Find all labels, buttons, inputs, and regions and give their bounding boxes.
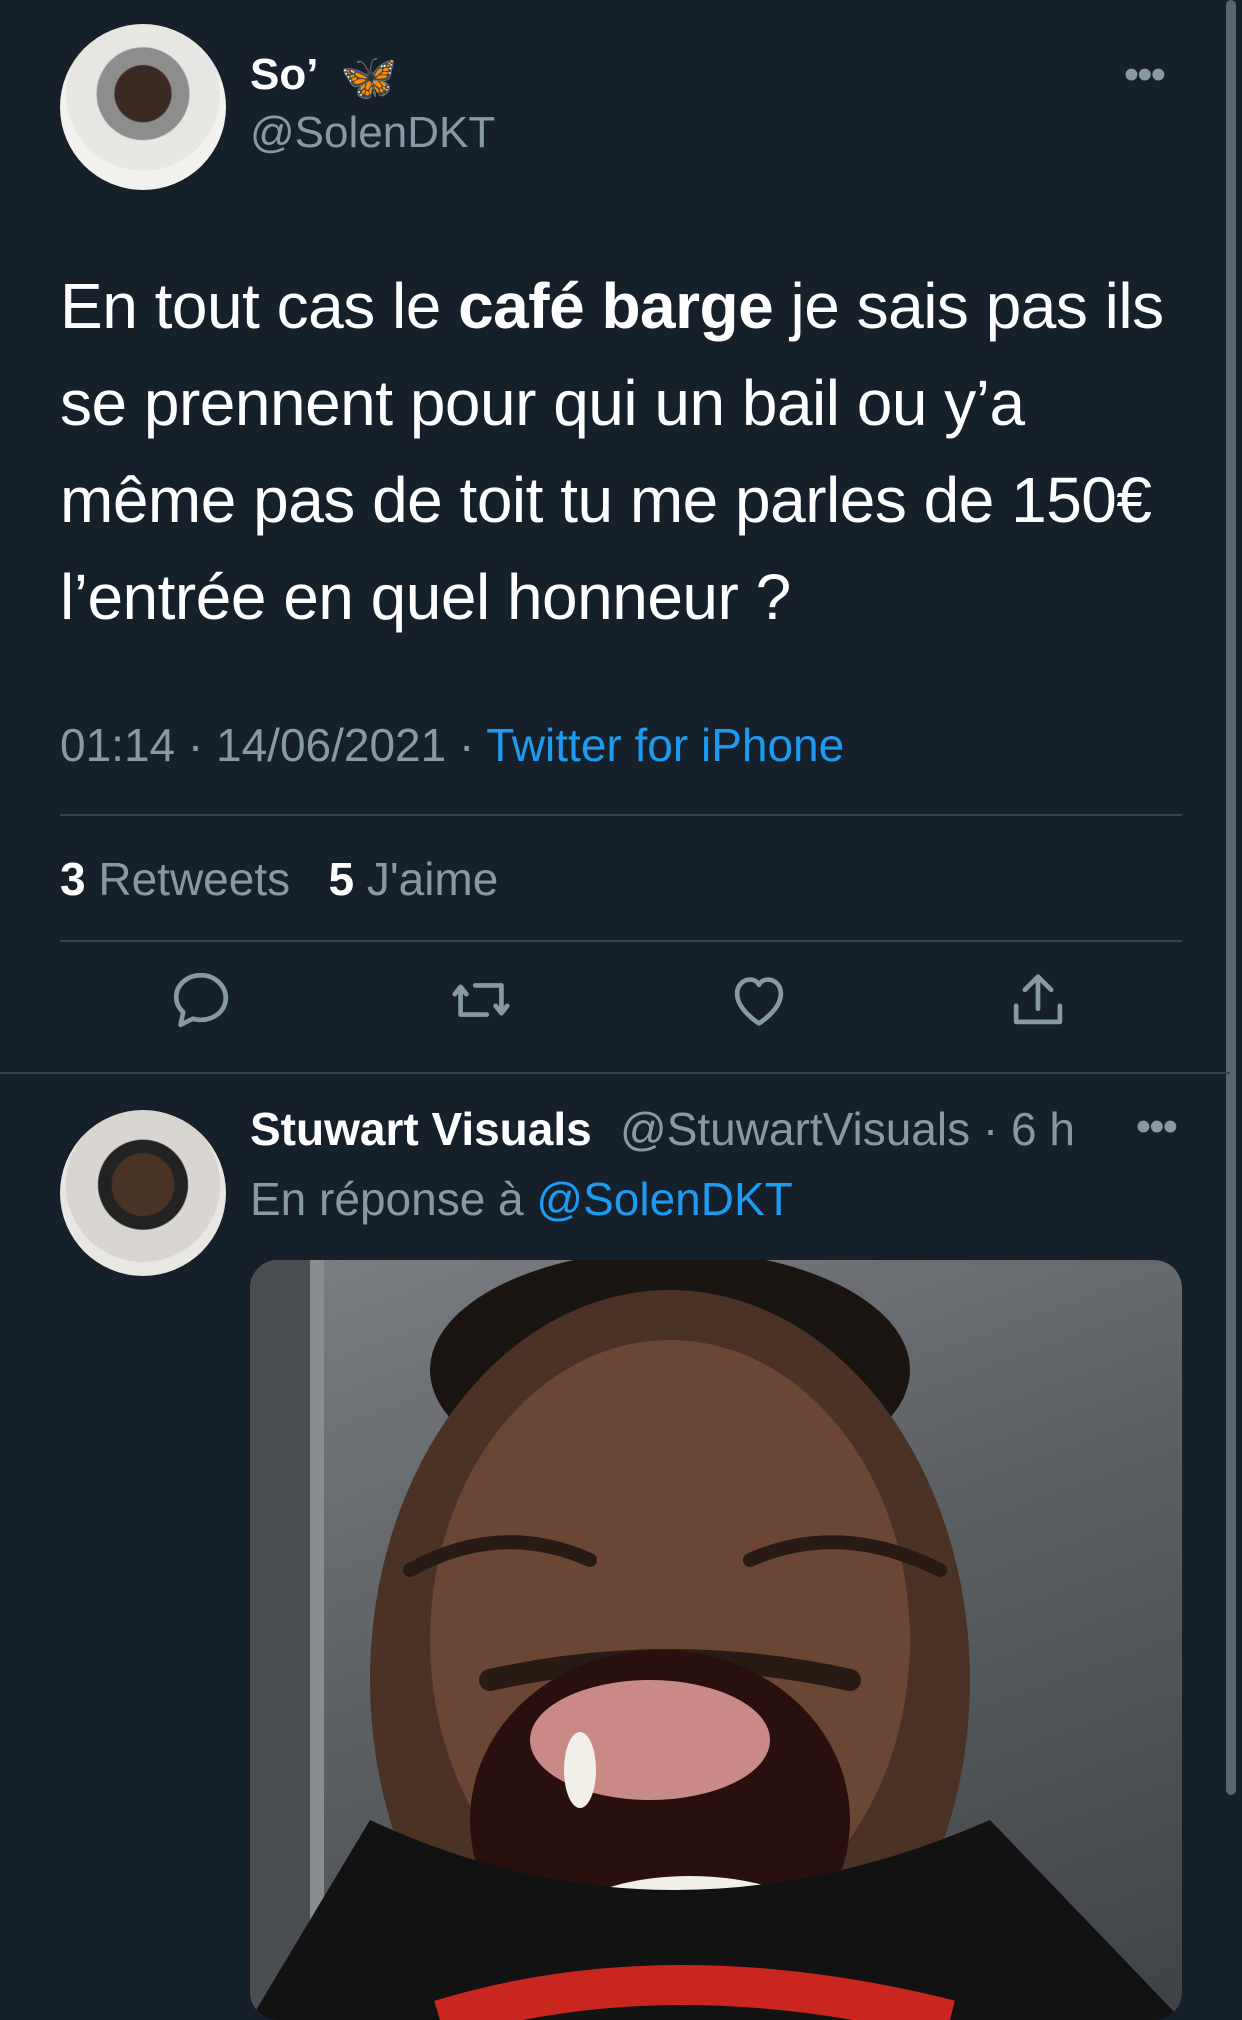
retweet-button[interactable] bbox=[446, 965, 516, 1035]
likes-label: J'aime bbox=[354, 853, 499, 905]
tweet-text: En tout cas le café barge je sais pas il… bbox=[60, 258, 1180, 646]
retweets-label: Retweets bbox=[85, 853, 291, 905]
likes-count: 5 bbox=[328, 853, 355, 905]
reply-display-name[interactable]: Stuwart Visuals bbox=[250, 1102, 592, 1156]
reply-button[interactable] bbox=[166, 965, 236, 1035]
more-options-icon[interactable]: ••• bbox=[1124, 50, 1166, 100]
share-button[interactable] bbox=[1003, 965, 1073, 1035]
tweet-separator bbox=[0, 1072, 1230, 1074]
like-icon bbox=[734, 977, 784, 1026]
action-bar bbox=[0, 965, 1230, 1055]
divider bbox=[60, 814, 1182, 816]
reply-avatar[interactable] bbox=[60, 1110, 226, 1276]
reply-handle-time[interactable]: @StuwartVisuals · 6 h bbox=[620, 1102, 1075, 1156]
tweet-meta: 01:14 · 14/06/2021 · Twitter for iPhone bbox=[60, 718, 844, 772]
butterfly-emoji: 🦋 bbox=[340, 51, 398, 103]
reply-media-image[interactable] bbox=[250, 1260, 1182, 2020]
author-handle[interactable]: @SolenDKT bbox=[250, 108, 495, 158]
tweet-source[interactable]: Twitter for iPhone bbox=[486, 719, 844, 771]
retweets-count: 3 bbox=[60, 853, 86, 905]
tweet-timestamp[interactable]: 01:14 · 14/06/2021 · bbox=[60, 719, 486, 771]
reply-icon bbox=[173, 972, 229, 1028]
divider bbox=[60, 940, 1182, 942]
retweet-icon bbox=[452, 983, 510, 1017]
laughing-man-image bbox=[250, 1260, 1182, 2020]
retweets-stat[interactable]: 3 Retweets bbox=[60, 853, 290, 905]
author-display-name[interactable]: So’ bbox=[250, 50, 318, 100]
tweet-text-bold: café barge bbox=[458, 270, 774, 342]
reply-mention[interactable]: @SolenDKT bbox=[536, 1173, 792, 1225]
author-avatar[interactable] bbox=[60, 24, 226, 190]
reply-more-options-icon[interactable]: ••• bbox=[1136, 1102, 1178, 1152]
like-button[interactable] bbox=[724, 965, 794, 1035]
tweet-stats: 3 Retweets 5 J'aime bbox=[60, 852, 498, 906]
likes-stat[interactable]: 5 J'aime bbox=[328, 853, 498, 905]
reply-prefix: En réponse à bbox=[250, 1173, 537, 1225]
main-tweet: So’ 🦋 @SolenDKT ••• En tout cas le café … bbox=[0, 0, 1230, 1072]
share-icon bbox=[1013, 974, 1063, 1025]
tweet-text-part1: En tout cas le bbox=[60, 270, 459, 342]
replying-to: En réponse à @SolenDKT bbox=[250, 1172, 793, 1226]
